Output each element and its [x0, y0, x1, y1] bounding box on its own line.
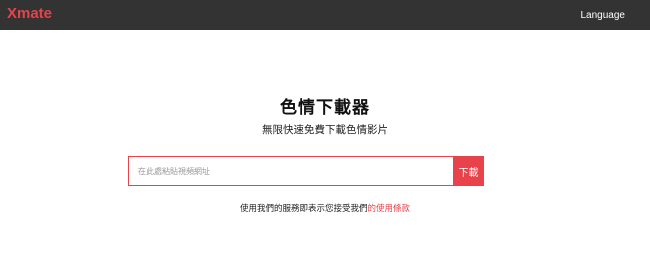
- terms-text: 使用我們的服務即表示您接受我們: [239, 204, 368, 214]
- download-button[interactable]: 下載: [453, 156, 484, 186]
- logo-link[interactable]: Xmate: [7, 5, 52, 22]
- terms-of-use-link[interactable]: 的使用條款: [368, 204, 411, 214]
- top-navbar: Xmate Language: [0, 0, 650, 30]
- page-title: 色情下載器: [280, 98, 370, 118]
- page-subtitle: 無限快速免費下載色情影片: [262, 124, 388, 136]
- language-menu[interactable]: Language: [581, 10, 626, 21]
- terms-notice: 使用我們的服務即表示您接受我們的使用條款: [0, 202, 650, 214]
- video-url-input[interactable]: [128, 156, 453, 186]
- url-search-form: 下載: [128, 156, 484, 186]
